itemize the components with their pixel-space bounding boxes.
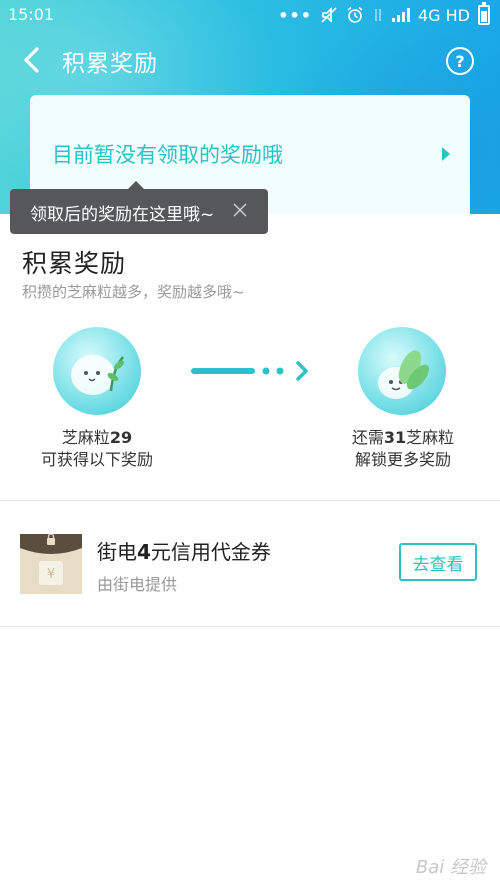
- view-coupon-button[interactable]: 去查看: [399, 543, 477, 581]
- caption-line2: 可获得以下奖励: [40, 450, 153, 469]
- data-transfer-icon: [375, 9, 381, 21]
- progress-arrow-icon: [191, 361, 308, 381]
- mute-icon: [321, 7, 337, 23]
- sesame-mascot-icon: [71, 355, 124, 395]
- back-icon[interactable]: [20, 46, 44, 74]
- section-title: 积累奖励: [22, 249, 127, 278]
- coupon-provider: 由街电提供: [97, 575, 178, 594]
- needed-sesame-count: 31: [383, 428, 407, 447]
- caption-label: 芝麻粒: [61, 428, 110, 447]
- next-sesame-caption: 还需31芝麻粒 解锁更多奖励: [326, 427, 480, 471]
- tooltip: 领取后的奖励在这里哦~: [10, 181, 268, 234]
- current-rewards-text: 目前暂没有领取的奖励哦: [52, 143, 283, 167]
- status-icons: ••• 4G HD: [278, 2, 490, 25]
- divider: [0, 500, 500, 501]
- coupon-title: 街电4元信用代金券: [97, 536, 271, 565]
- alarm-icon: [347, 6, 363, 23]
- signal-icon: [391, 8, 410, 22]
- tooltip-text: 领取后的奖励在这里哦~: [30, 205, 215, 225]
- status-bar: 15:01 ••• 4G HD: [0, 0, 500, 30]
- current-sesame-count: 29: [109, 428, 133, 447]
- watermark: Bai 经验: [416, 853, 486, 879]
- sesame-badge-current: [53, 327, 141, 415]
- page-title: 积累奖励: [62, 51, 158, 77]
- status-time: 15:01: [8, 5, 55, 24]
- coupon-amount: 4: [137, 540, 151, 564]
- divider: [0, 626, 500, 627]
- sesame-badge-next: [358, 327, 446, 415]
- network-label: 4G HD: [417, 5, 470, 25]
- notification-dots-icon: •••: [278, 5, 312, 25]
- coupon-title-suffix: 元信用代金券: [150, 540, 271, 564]
- sesame-sprout-icon: [378, 350, 430, 399]
- svg-text:¥: ¥: [47, 567, 55, 582]
- help-icon[interactable]: ?: [446, 47, 474, 75]
- close-icon[interactable]: [232, 202, 248, 218]
- caption-line2: 解锁更多奖励: [354, 450, 451, 469]
- coupon-envelope-icon: ¥: [20, 534, 82, 594]
- battery-icon: [478, 2, 490, 25]
- watermark-text: Bai 经验: [415, 857, 486, 878]
- current-sesame-caption: 芝麻粒29 可获得以下奖励: [20, 427, 174, 471]
- caption-label: 芝麻粒: [406, 428, 455, 447]
- section-subtitle: 积攒的芝麻粒越多，奖励越多哦~: [22, 283, 245, 301]
- coupon-title-prefix: 街电: [97, 540, 137, 564]
- caption-label: 还需: [351, 428, 384, 447]
- arrow-right-icon: [442, 147, 450, 161]
